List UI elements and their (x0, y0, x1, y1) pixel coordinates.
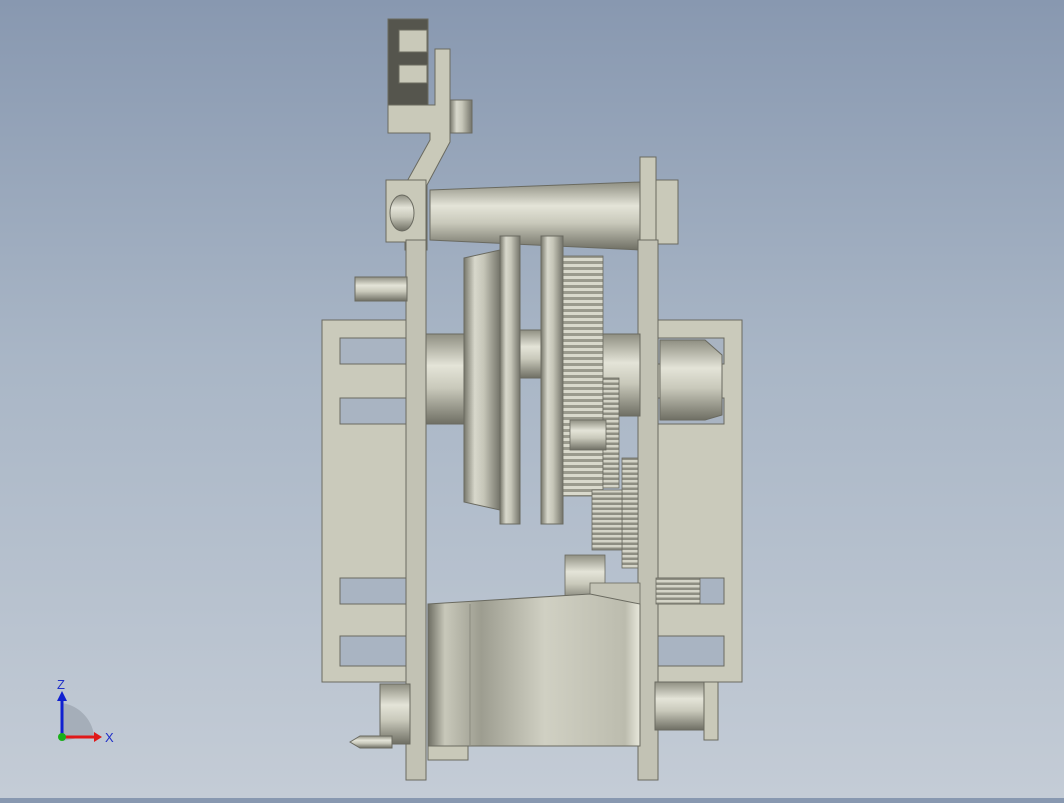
x-arrow-head (94, 732, 102, 742)
z-arrow-head (57, 691, 67, 701)
axis-triad: Z X (50, 675, 130, 755)
triad-plane-icon (62, 703, 94, 741)
side-plate-right[interactable] (637, 239, 743, 781)
gear-assembly-model[interactable] (0, 0, 1064, 798)
x-axis-label: X (105, 730, 114, 745)
cad-viewport[interactable]: Z X (0, 0, 1064, 798)
z-axis-label: Z (57, 677, 65, 692)
y-axis-point (58, 733, 66, 741)
